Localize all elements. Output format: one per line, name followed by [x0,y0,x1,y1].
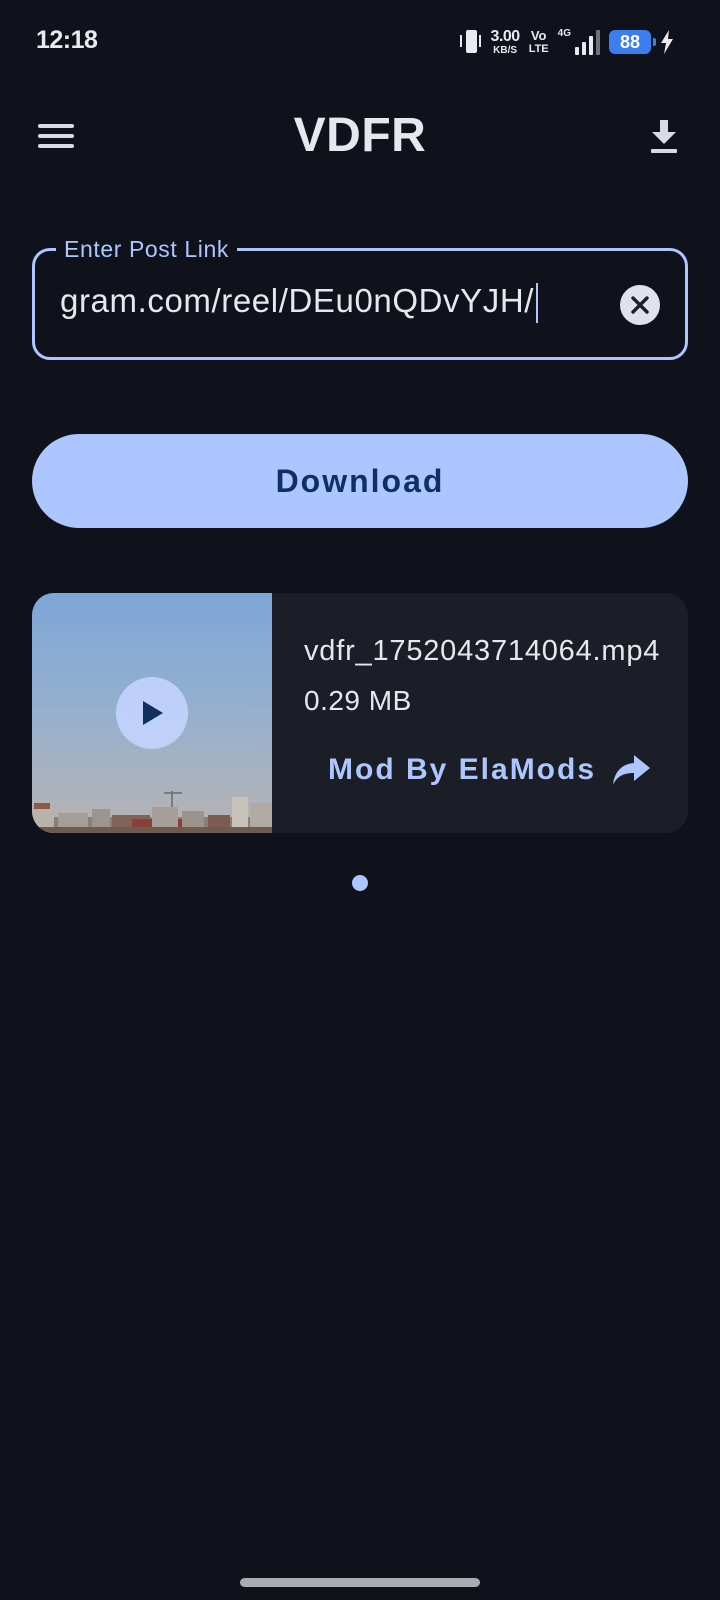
net-speed: 3.00 KB/S [490,27,521,56]
download-button[interactable]: Download [32,434,688,528]
media-card[interactable]: vdfr_1752043714064.mp4 0.29 MB Mod By El… [32,593,688,833]
status-icons: 3.00 KB/S Vo LTE 4G 88 [459,24,674,60]
volte-indicator: Vo LTE [529,29,549,55]
clear-icon [631,296,649,314]
play-icon [143,701,163,725]
app-screen: 12:18 3.00 KB/S Vo LTE 4G 88 VDFR Enter … [0,0,720,1600]
battery-icon: 88 [609,30,656,54]
status-time: 12:18 [36,26,98,54]
network-type: 4G [557,28,571,39]
thumbnail-skyline [32,791,272,833]
charging-bolt-icon [661,30,673,54]
battery-level: 88 [619,31,641,52]
home-indicator[interactable] [240,1578,480,1587]
app-title: VDFR [293,109,427,162]
page-indicator-dot [352,875,368,891]
clear-button[interactable] [620,285,660,325]
text-cursor [536,283,539,324]
net-speed-value: 3.00 [490,27,521,45]
download-icon[interactable] [650,120,678,154]
file-name: vdfr_1752043714064.mp4 [304,635,661,667]
post-link-label: Enter Post Link [56,236,237,263]
mod-label[interactable]: Mod By ElaMods [328,753,596,787]
post-link-input[interactable]: gram.com/reel/DEu0nQDvYJH/ [60,282,539,324]
signal-icon: 4G [558,29,600,55]
video-thumbnail[interactable] [32,593,272,833]
file-size: 0.29 MB [304,685,412,716]
net-speed-unit: KB/S [493,44,518,56]
vibrate-icon [459,28,482,56]
play-button[interactable] [116,677,188,749]
post-link-value[interactable]: gram.com/reel/DEu0nQDvYJH/ [60,282,534,319]
share-icon[interactable] [612,753,652,787]
mod-link[interactable]: Mod By ElaMods [328,753,652,787]
volte-bottom: LTE [528,43,549,55]
status-bar: 12:18 3.00 KB/S Vo LTE 4G 88 [0,0,720,84]
volte-top: Vo [530,28,547,43]
